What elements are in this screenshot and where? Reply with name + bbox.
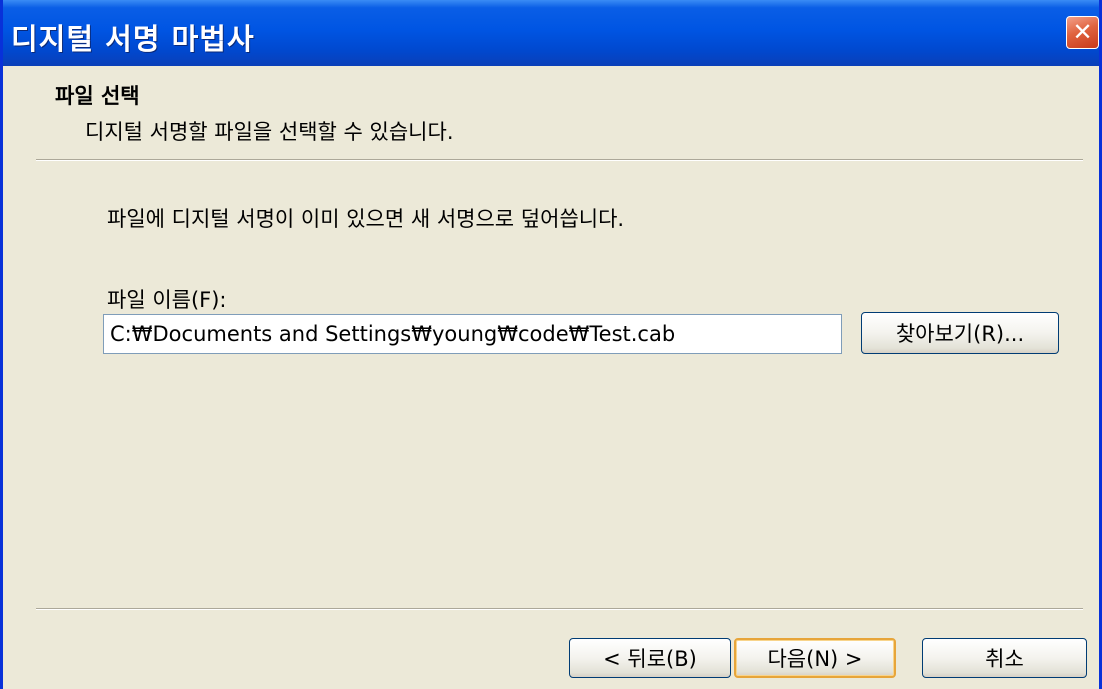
back-button[interactable]: < 뒤로(B)	[569, 638, 731, 678]
header-divider	[36, 159, 1083, 161]
cancel-button[interactable]: 취소	[922, 638, 1087, 678]
info-text: 파일에 디지털 서명이 이미 있으면 새 서명으로 덮어씁니다.	[107, 207, 625, 231]
next-button[interactable]: 다음(N) >	[734, 638, 896, 678]
file-name-input[interactable]	[103, 314, 842, 354]
title-bar[interactable]: 디지털 서명 마법사 ✕	[3, 0, 1099, 66]
window-title: 디지털 서명 마법사	[11, 22, 255, 56]
wizard-header: 파일 선택 디지털 서명할 파일을 선택할 수 있습니다.	[3, 66, 1099, 158]
close-button[interactable]: ✕	[1066, 16, 1099, 49]
file-name-label: 파일 이름(F):	[107, 288, 227, 312]
footer-divider	[36, 608, 1083, 610]
page-description: 디지털 서명할 파일을 선택할 수 있습니다.	[85, 120, 454, 144]
browse-button[interactable]: 찾아보기(R)...	[861, 312, 1059, 354]
close-icon: ✕	[1072, 18, 1093, 46]
page-title: 파일 선택	[55, 84, 140, 108]
wizard-window: 디지털 서명 마법사 ✕ 파일 선택 디지털 서명할 파일을 선택할 수 있습니…	[0, 0, 1102, 689]
